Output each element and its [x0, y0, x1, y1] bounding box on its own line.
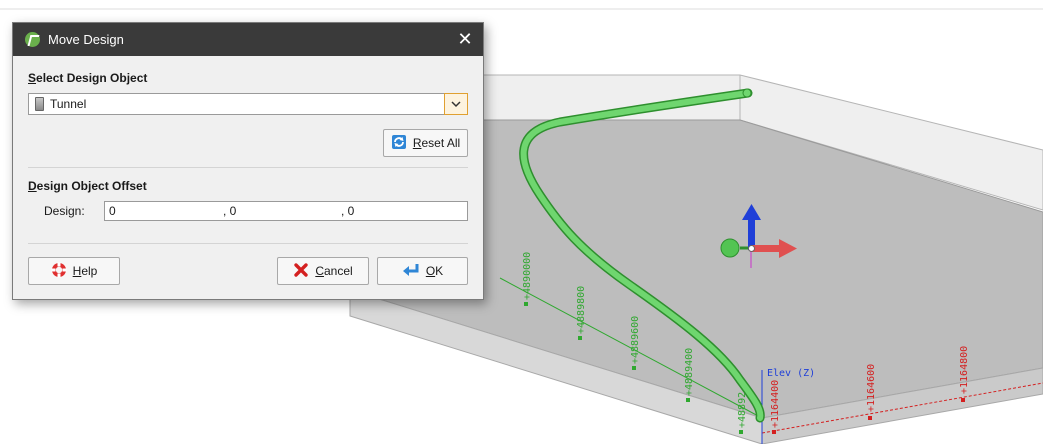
cancel-x-icon	[293, 262, 309, 281]
design-offset-input[interactable]: 0 , 0 , 0	[104, 201, 468, 221]
help-button[interactable]: Help	[28, 257, 120, 285]
help-lifebuoy-icon	[51, 262, 67, 281]
app-logo-icon	[25, 32, 40, 47]
northing-label-3: +4889600	[630, 316, 641, 364]
gizmo-y-handle	[720, 238, 740, 258]
easting-label-2: +1164600	[866, 364, 877, 412]
easting-label-1: +1164400	[770, 380, 781, 428]
help-label: Help	[72, 264, 98, 278]
selected-object-text: Tunnel	[50, 97, 87, 111]
ok-label: OK	[425, 264, 444, 278]
ok-return-icon	[402, 262, 420, 281]
cancel-button[interactable]: Cancel	[277, 257, 369, 285]
elev-axis-label: Elev (Z)	[767, 368, 815, 379]
reset-all-label: Reset All	[412, 136, 461, 150]
design-object-offset-label: Design Object Offset	[28, 179, 147, 193]
northing-label-5: +48892	[737, 392, 748, 428]
offset-y-value: , 0	[223, 204, 237, 218]
offset-x-value: 0	[109, 204, 116, 218]
ok-button[interactable]: OK	[377, 257, 468, 285]
gizmo-x-shaft	[751, 245, 781, 252]
chevron-down-icon[interactable]	[444, 93, 468, 115]
dialog-title: Move Design	[48, 32, 124, 47]
close-icon[interactable]: ✕	[455, 29, 475, 49]
northing-label-2: +4889800	[576, 286, 587, 334]
design-offset-label: Design:	[44, 204, 85, 218]
move-design-dialog: Move Design ✕ Select Design Object Tunne…	[12, 22, 484, 300]
cancel-label: Cancel	[315, 264, 353, 278]
reset-all-button[interactable]: Reset All	[383, 129, 468, 157]
design-object-select[interactable]: Tunnel	[28, 93, 468, 115]
northing-label-4: +4889400	[684, 348, 695, 396]
offset-z-value: , 0	[341, 204, 355, 218]
reset-icon	[391, 134, 407, 153]
tunnel-object-icon	[35, 97, 44, 111]
dialog-title-bar[interactable]: Move Design ✕	[13, 23, 483, 56]
easting-label-3: +1164800	[959, 346, 970, 394]
footer-divider	[28, 243, 468, 244]
select-design-object-label: Select Design Object	[28, 71, 148, 85]
northing-label-1: +4890000	[522, 252, 533, 300]
section-divider	[28, 167, 468, 168]
